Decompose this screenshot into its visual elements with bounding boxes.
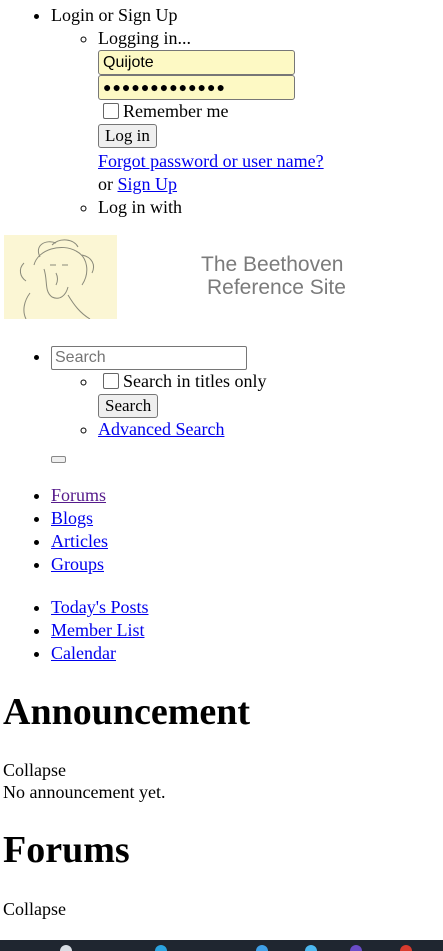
advanced-search-link[interactable]: Advanced Search xyxy=(98,419,224,439)
logging-in-label: Logging in... xyxy=(98,28,191,48)
taskbar-app-icon[interactable] xyxy=(350,945,362,951)
forums-collapse[interactable]: Collapse xyxy=(3,898,66,921)
primary-nav: Forums Blogs Articles Groups xyxy=(0,484,108,576)
login-header[interactable]: Login or Sign Up xyxy=(51,5,178,25)
menu-toggle-button[interactable] xyxy=(51,456,66,463)
logo-text-line1: The Beethoven xyxy=(201,253,344,276)
taskbar-search-icon[interactable] xyxy=(60,945,72,951)
nav-item-member-list: Member List xyxy=(51,619,149,642)
taskbar-app-icon[interactable] xyxy=(305,945,317,951)
nav-item-todays-posts: Today's Posts xyxy=(51,596,149,619)
logo-text-line2: Reference Site xyxy=(207,276,346,299)
site-logo[interactable]: The Beethoven Reference Site xyxy=(4,235,368,320)
log-in-with-label[interactable]: Log in with xyxy=(98,197,182,217)
or-text: or xyxy=(98,174,113,194)
taskbar-app-icon[interactable] xyxy=(400,945,412,951)
nav-item-forums: Forums xyxy=(51,484,108,507)
search-input[interactable]: Search xyxy=(51,346,247,370)
announcement-empty-text: No announcement yet. xyxy=(3,782,166,802)
taskbar xyxy=(0,940,443,951)
nav-link-member-list[interactable]: Member List xyxy=(51,620,144,640)
beethoven-portrait-image xyxy=(4,235,117,320)
nav-link-todays-posts[interactable]: Today's Posts xyxy=(51,597,149,617)
forums-heading: Forums xyxy=(3,829,130,871)
taskbar-app-icon[interactable] xyxy=(155,945,167,951)
password-field[interactable]: ●●●●●●●●●●●●● xyxy=(98,75,295,100)
log-in-button[interactable]: Log in xyxy=(98,124,157,148)
announcement-collapse[interactable]: Collapse xyxy=(3,759,66,782)
username-field[interactable]: Quijote xyxy=(98,50,295,75)
search-menu: Search Search in titles only Search Adva… xyxy=(0,345,266,441)
announcement-heading: Announcement xyxy=(3,691,251,733)
secondary-nav: Today's Posts Member List Calendar xyxy=(0,596,149,665)
search-item: Search Search in titles only Search Adva… xyxy=(51,345,266,441)
nav-link-groups[interactable]: Groups xyxy=(51,554,104,574)
search-options: Search in titles only Search Advanced Se… xyxy=(51,370,266,441)
advanced-search-item: Advanced Search xyxy=(98,418,266,441)
nav-link-forums[interactable]: Forums xyxy=(51,485,106,505)
forgot-password-link[interactable]: Forgot password or user name? xyxy=(98,151,324,171)
titles-only-checkbox[interactable] xyxy=(103,373,119,390)
sign-up-link[interactable]: Sign Up xyxy=(118,174,178,194)
nav-item-groups: Groups xyxy=(51,553,108,576)
portrait-sketch-icon xyxy=(19,239,95,320)
search-button[interactable]: Search xyxy=(98,394,159,418)
nav-item-articles: Articles xyxy=(51,530,108,553)
nav-item-calendar: Calendar xyxy=(51,642,149,665)
remember-me-label: Remember me xyxy=(123,101,229,121)
nav-link-blogs[interactable]: Blogs xyxy=(51,508,93,528)
login-submenu: Logging in... Quijote ●●●●●●●●●●●●● Reme… xyxy=(51,27,324,219)
nav-link-articles[interactable]: Articles xyxy=(51,531,108,551)
log-in-with-item: Log in with xyxy=(98,196,324,219)
titles-only-option: Search in titles only Search xyxy=(98,370,266,418)
nav-item-blogs: Blogs xyxy=(51,507,108,530)
taskbar-app-icon[interactable] xyxy=(256,945,268,951)
login-menu-item: Login or Sign Up Logging in... Quijote ●… xyxy=(51,4,324,219)
user-menu: Login or Sign Up Logging in... Quijote ●… xyxy=(0,4,324,219)
login-form-item: Logging in... Quijote ●●●●●●●●●●●●● Reme… xyxy=(98,27,324,196)
nav-link-calendar[interactable]: Calendar xyxy=(51,643,116,663)
remember-me-checkbox[interactable] xyxy=(103,103,119,120)
titles-only-label: Search in titles only xyxy=(123,371,267,391)
